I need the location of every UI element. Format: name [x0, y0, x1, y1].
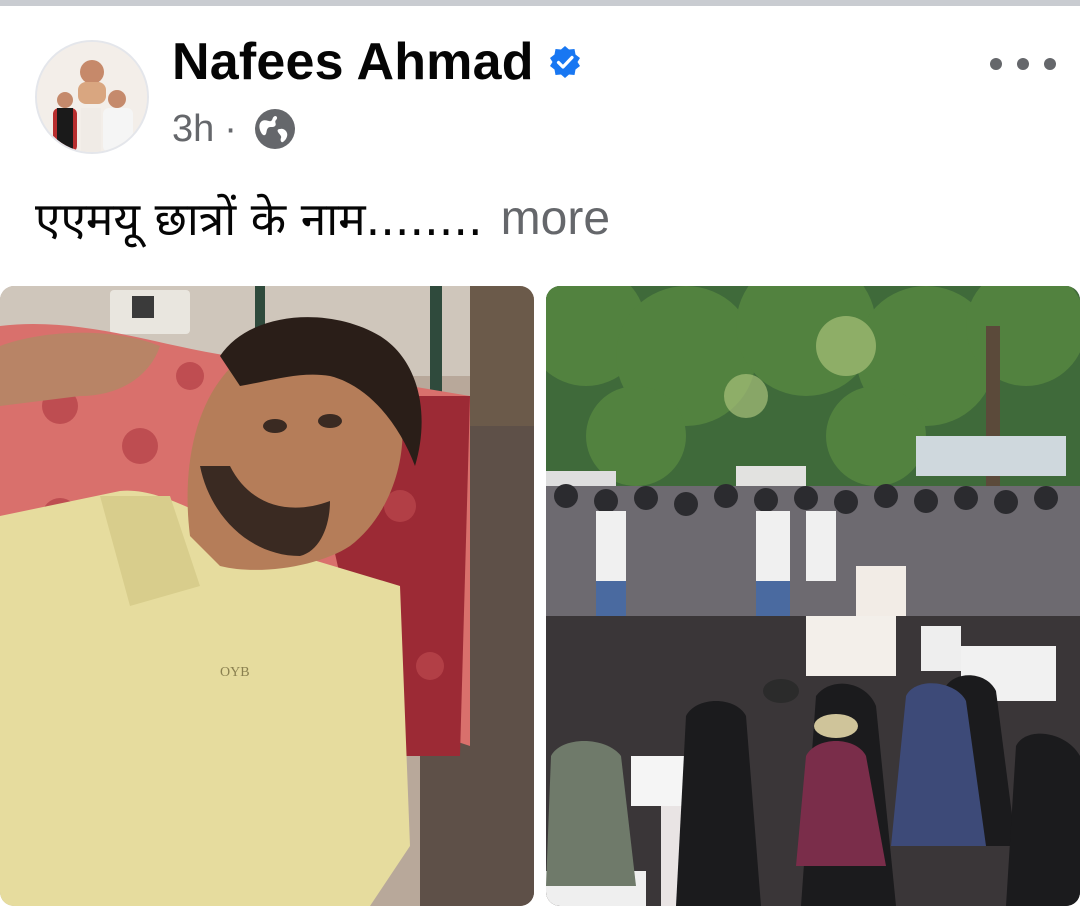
avatar-image: [37, 42, 147, 152]
photo-man-lying[interactable]: OYB: [0, 286, 534, 906]
globe-icon: [254, 109, 295, 149]
timestamp[interactable]: 3h: [172, 108, 214, 151]
verified-badge-icon: [549, 46, 580, 78]
photo-protest-image: [546, 286, 1080, 906]
more-options-icon-dot: [1017, 58, 1029, 70]
photo-man-lying-image: OYB: [0, 286, 534, 906]
more-options-button[interactable]: [990, 44, 1056, 84]
author-row: Nafees Ahmad: [172, 30, 582, 94]
post-card: Nafees Ahmad 3h · एएमयू छात्रों के नाम..…: [0, 6, 1080, 915]
photo-protest[interactable]: [546, 286, 1080, 906]
shirt-logo: OYB: [220, 665, 250, 680]
caption-text: एएमयू छात्रों के नाम........: [35, 192, 483, 246]
author-avatar[interactable]: [35, 40, 149, 154]
post-caption: एएमयू छात्रों के नाम........ more: [35, 186, 610, 250]
meta-separator: ·: [224, 107, 237, 150]
post-meta: 3h ·: [172, 106, 297, 152]
see-more-link[interactable]: more: [501, 191, 610, 246]
author-name[interactable]: Nafees Ahmad: [172, 32, 534, 92]
more-options-icon: [990, 58, 1002, 70]
more-options-icon-dot: [1044, 58, 1056, 70]
